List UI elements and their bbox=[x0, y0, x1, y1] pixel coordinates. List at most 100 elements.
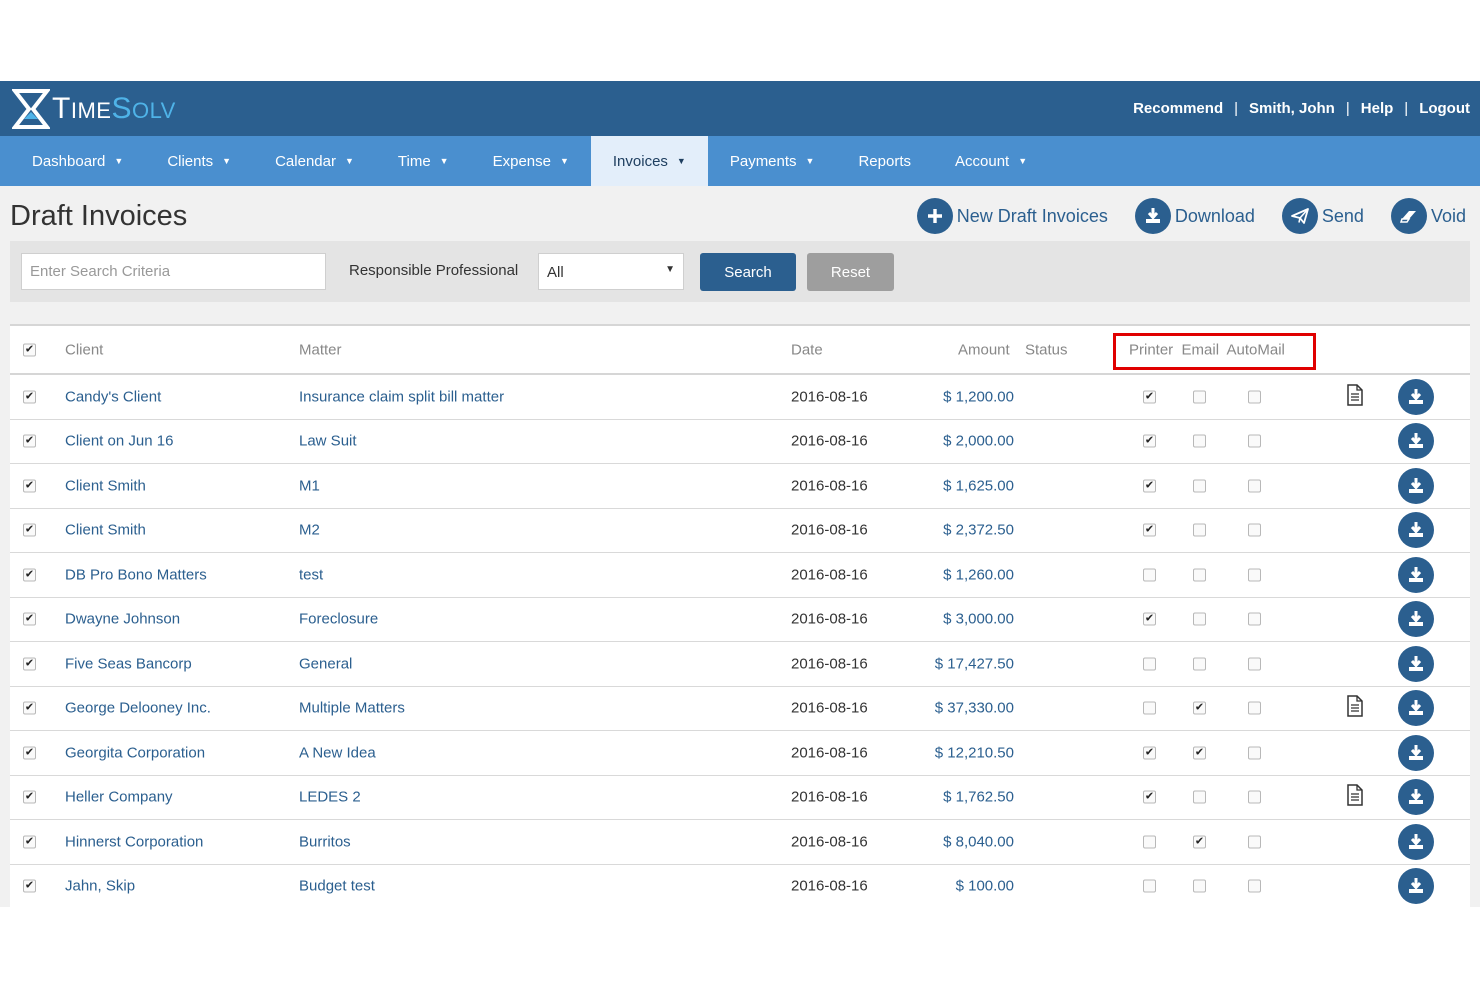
client-link[interactable]: Dwayne Johnson bbox=[65, 611, 180, 628]
client-link[interactable]: Client Smith bbox=[65, 477, 146, 494]
client-link[interactable]: Five Seas Bancorp bbox=[65, 655, 192, 672]
table-row[interactable]: ✔ Hinnerst Corporation Burritos 2016-08-16 $… bbox=[10, 820, 1470, 865]
nav-item-invoices[interactable]: Invoices ▼ bbox=[590, 136, 708, 186]
row-select-checkbox[interactable]: ✔ bbox=[23, 701, 36, 715]
invoice-amount-link[interactable]: $ 2,372.50 bbox=[943, 522, 1014, 539]
automail-checkbox[interactable] bbox=[1248, 835, 1261, 849]
matter-link[interactable]: A New Idea bbox=[299, 744, 376, 761]
row-select-checkbox[interactable]: ✔ bbox=[23, 612, 36, 626]
invoice-amount-link[interactable]: $ 12,210.50 bbox=[935, 744, 1014, 761]
logout-link[interactable]: Logout bbox=[1419, 100, 1470, 117]
invoice-amount-link[interactable]: $ 1,260.00 bbox=[943, 566, 1014, 583]
row-select-checkbox[interactable]: ✔ bbox=[23, 523, 36, 537]
row-download-button[interactable] bbox=[1398, 423, 1434, 460]
new-draft-invoices-button[interactable]: New Draft Invoices bbox=[916, 198, 1108, 234]
row-select-checkbox[interactable]: ✔ bbox=[23, 835, 36, 849]
document-icon[interactable] bbox=[1345, 695, 1365, 721]
row-download-button[interactable] bbox=[1398, 868, 1434, 905]
row-download-button[interactable] bbox=[1398, 601, 1434, 638]
reset-button[interactable]: Reset bbox=[807, 253, 894, 291]
help-link[interactable]: Help bbox=[1361, 100, 1394, 117]
automail-checkbox[interactable] bbox=[1248, 523, 1261, 537]
client-link[interactable]: Client on Jun 16 bbox=[65, 433, 173, 450]
automail-checkbox[interactable] bbox=[1248, 790, 1261, 804]
invoice-amount-link[interactable]: $ 100.00 bbox=[956, 878, 1014, 895]
send-button[interactable]: Send bbox=[1281, 198, 1364, 234]
row-download-button[interactable] bbox=[1398, 734, 1434, 771]
row-download-button[interactable] bbox=[1398, 690, 1434, 727]
email-checkbox[interactable] bbox=[1193, 568, 1206, 582]
row-download-button[interactable] bbox=[1398, 512, 1434, 549]
table-row[interactable]: ✔ Dwayne Johnson Foreclosure 2016-08-16 $ 3,… bbox=[10, 598, 1470, 642]
printer-checkbox[interactable] bbox=[1143, 879, 1156, 893]
client-link[interactable]: Client Smith bbox=[65, 522, 146, 539]
table-row[interactable]: ✔ Heller Company LEDES 2 2016-08-16 $ 1,762.… bbox=[10, 776, 1470, 820]
table-row[interactable]: ✔ Georgita Corporation A New Idea 2016-08-1… bbox=[10, 731, 1470, 776]
email-checkbox[interactable] bbox=[1193, 390, 1206, 404]
recommend-link[interactable]: Recommend bbox=[1133, 100, 1223, 117]
printer-checkbox[interactable]: ✔ bbox=[1143, 434, 1156, 448]
matter-link[interactable]: test bbox=[299, 566, 323, 583]
matter-link[interactable]: Insurance claim split bill matter bbox=[299, 388, 504, 405]
automail-checkbox[interactable] bbox=[1248, 568, 1261, 582]
row-select-checkbox[interactable]: ✔ bbox=[23, 746, 36, 760]
matter-column-header[interactable]: Matter bbox=[299, 341, 342, 358]
row-download-button[interactable] bbox=[1398, 779, 1434, 816]
nav-item-dashboard[interactable]: Dashboard ▼ bbox=[10, 136, 145, 186]
matter-link[interactable]: M2 bbox=[299, 522, 320, 539]
matter-link[interactable]: Burritos bbox=[299, 833, 351, 850]
nav-item-clients[interactable]: Clients ▼ bbox=[145, 136, 253, 186]
row-select-checkbox[interactable]: ✔ bbox=[23, 657, 36, 671]
matter-link[interactable]: Law Suit bbox=[299, 433, 357, 450]
row-select-checkbox[interactable]: ✔ bbox=[23, 568, 36, 582]
row-download-button[interactable] bbox=[1398, 823, 1434, 860]
automail-checkbox[interactable] bbox=[1248, 746, 1261, 760]
email-checkbox[interactable]: ✔ bbox=[1193, 835, 1206, 849]
search-input[interactable] bbox=[21, 253, 326, 290]
row-download-button[interactable] bbox=[1398, 556, 1434, 593]
table-row[interactable]: ✔ Jahn, Skip Budget test 2016-08-16 $ 100.00 bbox=[10, 865, 1470, 908]
responsible-professional-select[interactable]: All ▼ bbox=[538, 253, 684, 290]
date-column-header[interactable]: Date bbox=[791, 341, 823, 358]
printer-checkbox[interactable]: ✔ bbox=[1143, 523, 1156, 537]
table-row[interactable]: ✔ Five Seas Bancorp General 2016-08-16 $ 17,… bbox=[10, 642, 1470, 687]
row-select-checkbox[interactable]: ✔ bbox=[23, 390, 36, 404]
nav-item-time[interactable]: Time ▼ bbox=[376, 136, 471, 186]
printer-checkbox[interactable]: ✔ bbox=[1143, 479, 1156, 493]
automail-checkbox[interactable] bbox=[1248, 879, 1261, 893]
email-checkbox[interactable]: ✔ bbox=[1193, 746, 1206, 760]
client-link[interactable]: Candy's Client bbox=[65, 388, 161, 405]
invoice-amount-link[interactable]: $ 37,330.00 bbox=[935, 700, 1014, 717]
invoice-amount-link[interactable]: $ 1,200.00 bbox=[943, 388, 1014, 405]
printer-checkbox[interactable] bbox=[1143, 701, 1156, 715]
void-button[interactable]: Void bbox=[1390, 198, 1466, 234]
timesolv-logo[interactable]: T IME S OLV bbox=[12, 81, 176, 136]
table-row[interactable]: ✔ George Delooney Inc. Multiple Matters 201… bbox=[10, 687, 1470, 731]
printer-checkbox[interactable]: ✔ bbox=[1143, 746, 1156, 760]
matter-link[interactable]: Multiple Matters bbox=[299, 700, 405, 717]
download-button[interactable]: Download bbox=[1134, 198, 1255, 234]
printer-checkbox[interactable]: ✔ bbox=[1143, 390, 1156, 404]
email-checkbox[interactable]: ✔ bbox=[1193, 701, 1206, 715]
email-checkbox[interactable] bbox=[1193, 790, 1206, 804]
table-row[interactable]: ✔ Client Smith M2 2016-08-16 $ 2,372.50 ✔ bbox=[10, 509, 1470, 553]
client-link[interactable]: Jahn, Skip bbox=[65, 878, 135, 895]
nav-item-reports[interactable]: Reports bbox=[836, 136, 933, 186]
table-row[interactable]: ✔ Candy's Client Insurance claim split bil… bbox=[10, 375, 1470, 420]
row-select-checkbox[interactable]: ✔ bbox=[23, 434, 36, 448]
invoice-amount-link[interactable]: $ 3,000.00 bbox=[943, 611, 1014, 628]
automail-checkbox[interactable] bbox=[1248, 657, 1261, 671]
matter-link[interactable]: LEDES 2 bbox=[299, 789, 361, 806]
printer-checkbox[interactable] bbox=[1143, 835, 1156, 849]
invoice-amount-link[interactable]: $ 1,762.50 bbox=[943, 789, 1014, 806]
invoice-amount-link[interactable]: $ 17,427.50 bbox=[935, 655, 1014, 672]
email-checkbox[interactable] bbox=[1193, 612, 1206, 626]
email-checkbox[interactable] bbox=[1193, 879, 1206, 893]
client-link[interactable]: Georgita Corporation bbox=[65, 744, 205, 761]
row-select-checkbox[interactable]: ✔ bbox=[23, 479, 36, 493]
row-download-button[interactable] bbox=[1398, 645, 1434, 682]
nav-item-payments[interactable]: Payments ▼ bbox=[708, 136, 837, 186]
matter-link[interactable]: Budget test bbox=[299, 878, 375, 895]
table-row[interactable]: ✔ Client on Jun 16 Law Suit 2016-08-16 $ 2,0… bbox=[10, 420, 1470, 464]
client-column-header[interactable]: Client bbox=[65, 341, 103, 358]
